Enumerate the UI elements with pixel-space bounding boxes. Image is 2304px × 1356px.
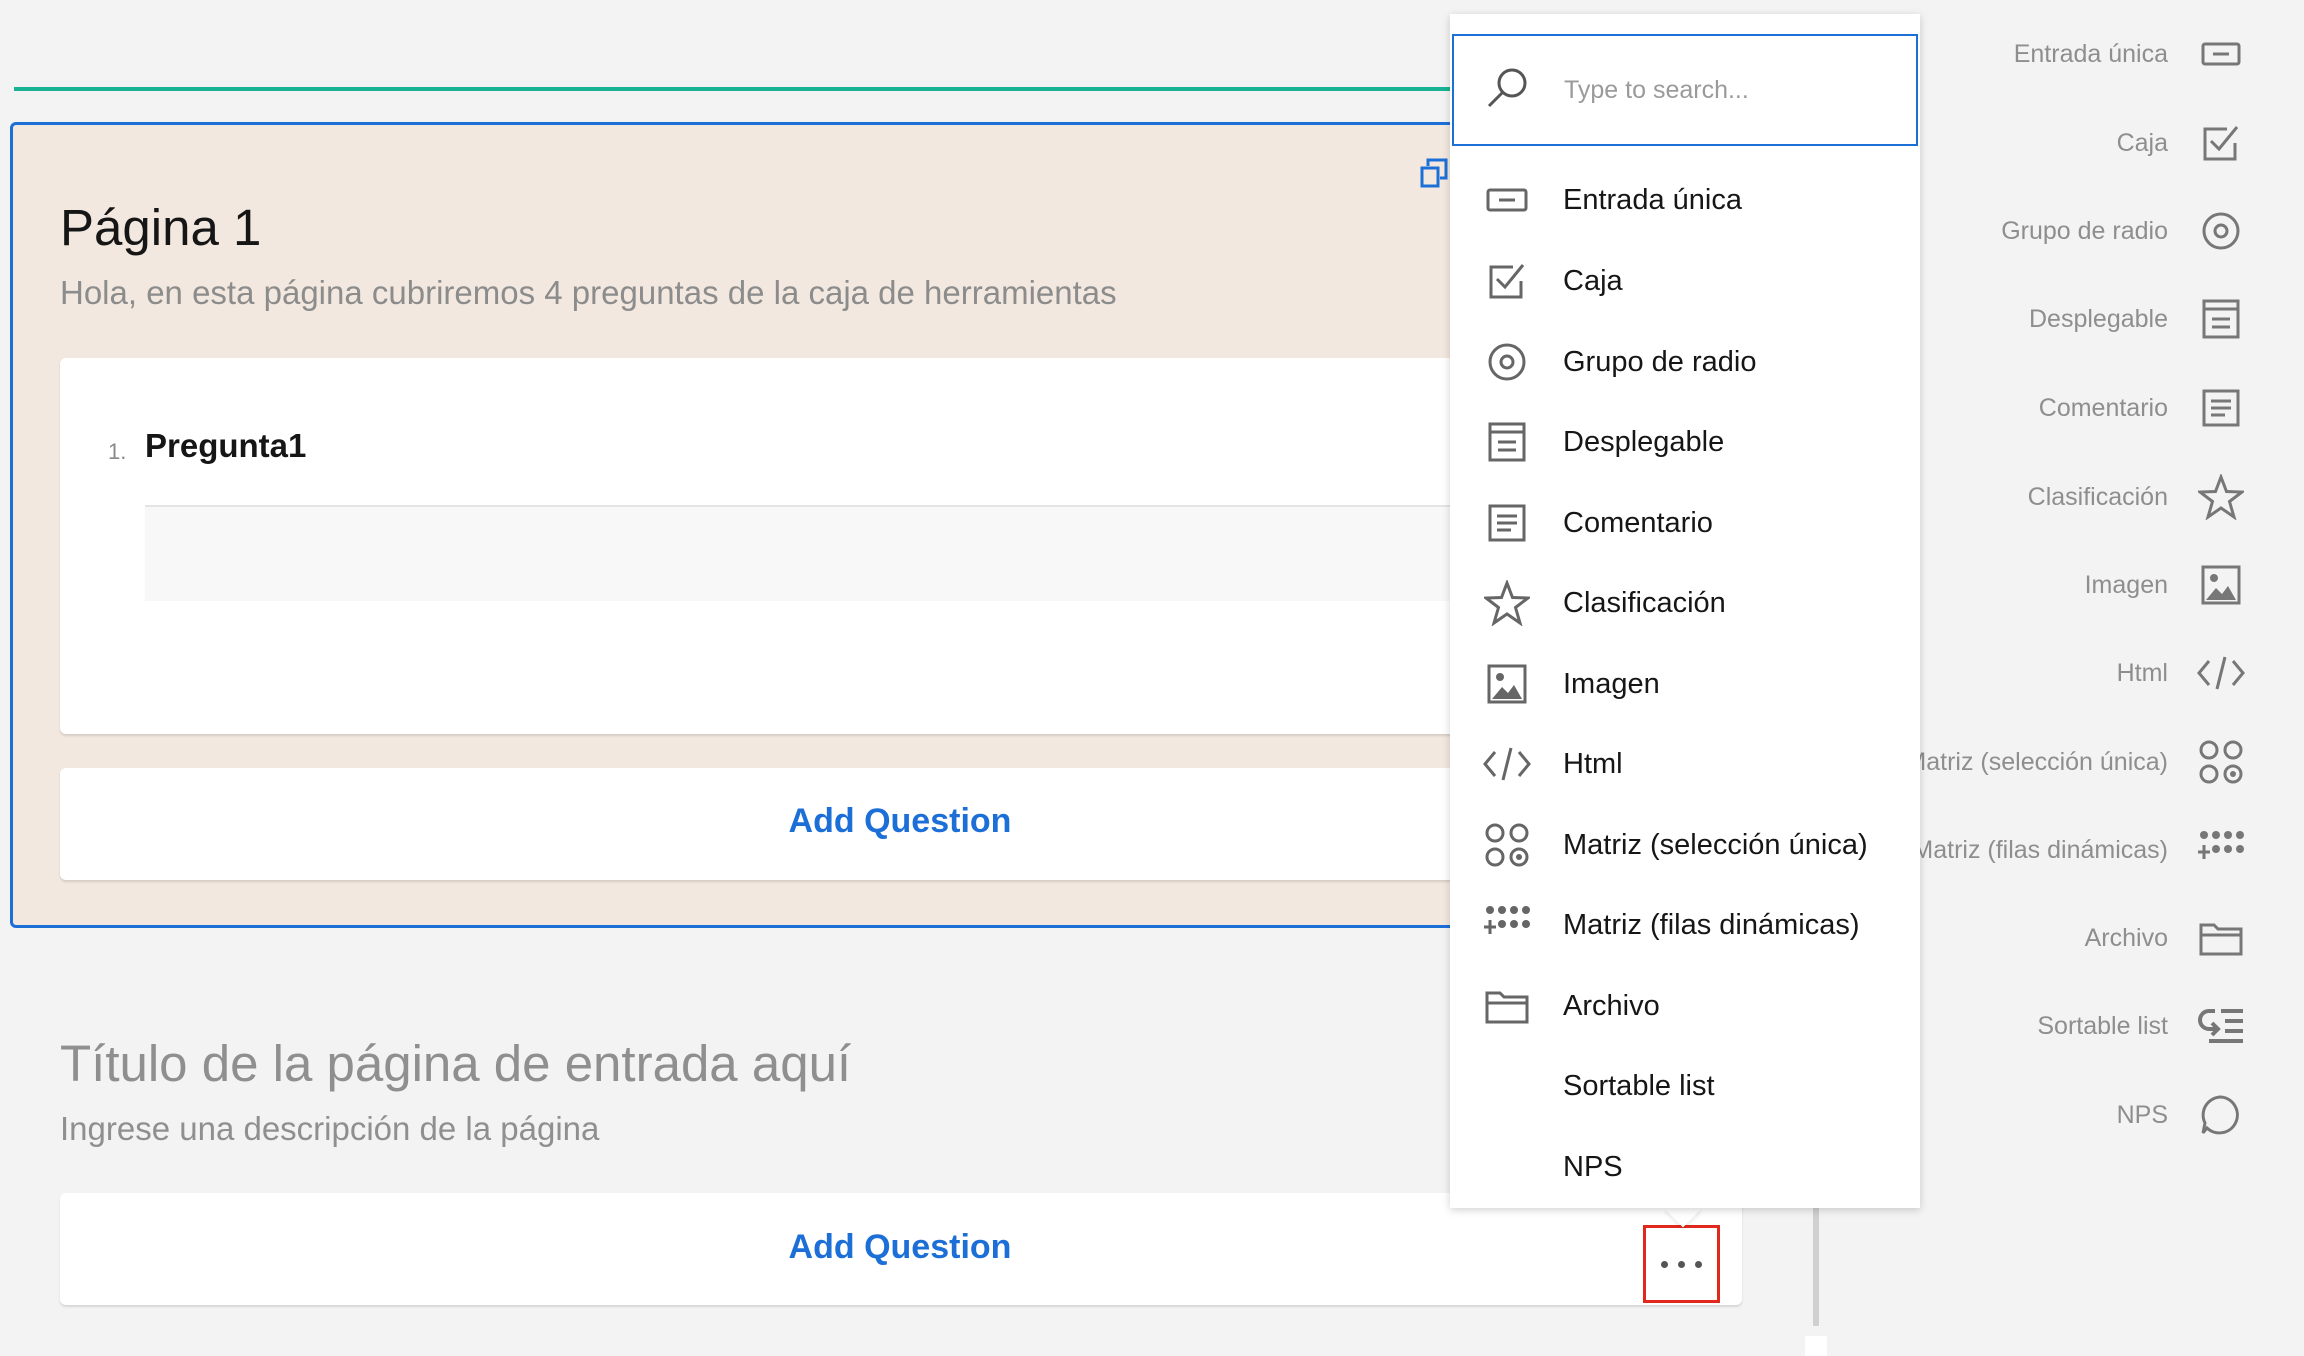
menu-item-nps[interactable]: NPS [1450,1127,1920,1207]
copy-icon[interactable] [1420,156,1450,195]
menu-item-label: Matriz (filas dinámicas) [1563,908,1860,941]
text-input-icon [2196,29,2246,79]
toolbox-item-label: Desplegable [2029,304,2168,333]
page-top-divider [14,87,1454,91]
toolbox-item-label: Archivo [2084,923,2168,952]
menu-item-label: Grupo de radio [1563,345,1757,378]
toolbox: Entrada única Caja Grupo de radio Desple… [1860,0,2304,1356]
toolbox-item-imagen[interactable]: Imagen [2085,555,2246,615]
question-type-popup: Type to search... Entrada única Caja Gru… [1450,14,1920,1208]
comment-icon [2196,383,2246,433]
image-icon [1482,659,1532,709]
menu-item-label: Entrada única [1563,183,1742,216]
menu-item-matriz-filas-dinamicas[interactable]: Matriz (filas dinámicas) [1450,885,1920,965]
page-title[interactable]: Página 1 [60,198,261,257]
search-input[interactable]: Type to search... [1452,34,1918,146]
toolbox-item-label: Clasificación [2027,482,2168,511]
nps-icon [2196,1090,2246,1140]
star-icon [1482,578,1532,628]
toolbox-item-label: Html [2116,658,2168,687]
toolbox-item-archivo[interactable]: Archivo [2085,908,2246,968]
search-icon [1484,66,1530,117]
menu-item-caja[interactable]: Caja [1450,241,1920,321]
menu-item-html[interactable]: Html [1450,724,1920,804]
toolbox-item-label: Sortable list [2037,1011,2168,1040]
toolbox-item-nps[interactable]: NPS [2117,1085,2246,1145]
code-icon [2196,648,2246,698]
toolbox-item-label: Imagen [2084,570,2168,599]
matrix-icon [1482,820,1532,870]
menu-item-grupo-de-radio[interactable]: Grupo de radio [1450,322,1920,402]
toolbox-item-grupo-de-radio[interactable]: Grupo de radio [2001,201,2246,261]
toolbox-item-matriz-seleccion-unica[interactable]: Matriz (selección única) [1905,732,2246,792]
toolbox-item-label: Matriz (selección única) [1905,747,2168,776]
matrix-dynamic-icon [1482,900,1532,950]
radio-icon [2196,206,2246,256]
image-icon [2196,560,2246,610]
menu-item-sortable-list[interactable]: Sortable list [1450,1046,1920,1126]
toolbox-item-label: Comentario [2038,393,2168,422]
dropdown-icon [1482,417,1532,467]
toolbox-item-desplegable[interactable]: Desplegable [2029,289,2246,349]
toolbox-item-clasificacion[interactable]: Clasificación [2028,467,2246,527]
matrix-icon [2196,737,2246,787]
menu-item-label: Archivo [1563,989,1660,1022]
sortable-list-icon [2196,1001,2246,1051]
menu-item-clasificacion[interactable]: Clasificación [1450,563,1920,643]
matrix-dynamic-icon [2196,825,2246,875]
toolbox-item-label: Caja [2116,128,2168,157]
toolbox-item-matriz-filas-dinamicas[interactable]: Matriz (filas dinámicas) [1912,820,2246,880]
menu-item-label: Comentario [1563,506,1713,539]
toolbox-item-label: Grupo de radio [2001,216,2168,245]
radio-icon [1482,337,1532,387]
toolbox-item-label: NPS [2116,1100,2168,1129]
comment-icon [1482,498,1532,548]
menu-item-label: Desplegable [1563,425,1725,458]
dropdown-icon [2196,294,2246,344]
code-icon [1482,739,1532,789]
menu-item-label: Html [1563,747,1623,780]
toolbox-item-label: Entrada única [2013,39,2168,68]
menu-item-entrada-unica[interactable]: Entrada única [1450,160,1920,240]
text-input-icon [1482,175,1532,225]
toolbox-item-comentario[interactable]: Comentario [2039,378,2246,438]
menu-item-label: Clasificación [1563,586,1726,619]
menu-item-label: Sortable list [1563,1069,1715,1102]
more-options-button[interactable] [1643,1225,1720,1303]
folder-icon [1482,981,1532,1031]
folder-icon [2196,913,2246,963]
menu-item-archivo[interactable]: Archivo [1450,966,1920,1046]
star-icon [2196,472,2246,522]
question-text-input[interactable] [145,505,1460,601]
menu-item-comentario[interactable]: Comentario [1450,483,1920,563]
more-dot [1678,1260,1685,1268]
menu-item-matriz-seleccion-unica[interactable]: Matriz (selección única) [1450,805,1920,885]
toolbox-item-html[interactable]: Html [2117,643,2246,703]
toolbox-item-entrada-unica[interactable]: Entrada única [2014,24,2246,84]
menu-item-desplegable[interactable]: Desplegable [1450,402,1920,482]
search-placeholder: Type to search... [1564,76,1749,104]
new-page-description-placeholder[interactable]: Ingrese una descripción de la página [60,1110,599,1148]
menu-item-label: NPS [1563,1150,1623,1183]
toolbox-item-label: Matriz (filas dinámicas) [1912,835,2168,864]
more-dot [1661,1260,1668,1268]
menu-item-label: Imagen [1563,667,1660,700]
new-page-title-placeholder[interactable]: Título de la página de entrada aquí [60,1034,851,1093]
menu-item-label: Matriz (selección única) [1563,828,1868,861]
checkbox-icon [2196,118,2246,168]
page-description[interactable]: Hola, en esta página cubriremos 4 pregun… [60,274,1117,312]
splitter-handle[interactable] [1805,1336,1827,1356]
menu-item-label: Caja [1563,264,1623,297]
question-title[interactable]: Pregunta1 [145,427,306,465]
more-dot [1695,1260,1702,1268]
add-question-button-new-page[interactable]: Add Question [60,1228,1740,1267]
toolbox-item-sortable-list[interactable]: Sortable list [2037,996,2246,1056]
checkbox-icon [1482,256,1532,306]
toolbox-item-caja[interactable]: Caja [2117,113,2246,173]
menu-item-imagen[interactable]: Imagen [1450,644,1920,724]
question-number: 1. [108,439,127,464]
